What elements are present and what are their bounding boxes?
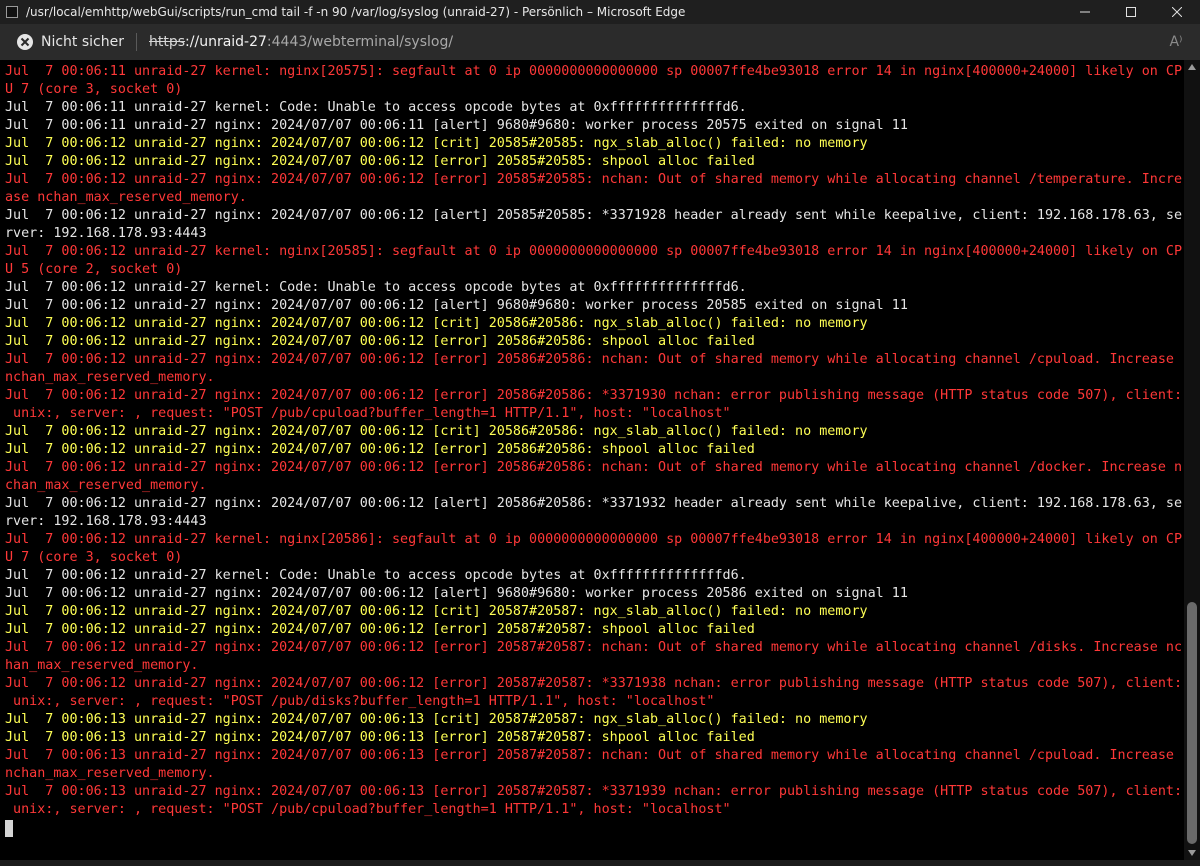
- window-controls: [1062, 0, 1200, 24]
- terminal-line: Jul 7 00:06:12 unraid-27 nginx: 2024/07/…: [5, 424, 868, 439]
- scrollbar-thumb[interactable]: [1187, 602, 1197, 844]
- terminal-line: Jul 7 00:06:12 unraid-27 kernel: nginx[2…: [5, 532, 1183, 547]
- terminal-line: Jul 7 00:06:12 unraid-27 nginx: 2024/07/…: [5, 298, 908, 313]
- terminal-line: U 7 (core 3, socket 0): [5, 550, 183, 565]
- terminal-line: Jul 7 00:06:12 unraid-27 kernel: Code: U…: [5, 280, 747, 295]
- terminal-line: Jul 7 00:06:12 unraid-27 nginx: 2024/07/…: [5, 208, 1183, 223]
- terminal-line: Jul 7 00:06:12 unraid-27 nginx: 2024/07/…: [5, 676, 1183, 691]
- scroll-up-arrow-icon[interactable]: [1184, 60, 1200, 74]
- address-bar: Nicht sicher https://unraid-27:4443/webt…: [0, 24, 1200, 60]
- terminal-line: Jul 7 00:06:12 unraid-27 nginx: 2024/07/…: [5, 622, 755, 637]
- not-secure-warning-icon[interactable]: [16, 33, 34, 51]
- terminal-line: unix:, server: , request: "POST /pub/cpu…: [5, 406, 731, 421]
- terminal-line: rver: 192.168.178.93:4443: [5, 226, 207, 241]
- terminal-line: ase nchan_max_reserved_memory.: [5, 190, 247, 205]
- terminal-line: Jul 7 00:06:13 unraid-27 nginx: 2024/07/…: [5, 730, 755, 745]
- terminal-line: unix:, server: , request: "POST /pub/dis…: [5, 694, 715, 709]
- url-host: ://unraid-27: [185, 34, 267, 50]
- terminal-scrollbar[interactable]: [1184, 60, 1200, 860]
- terminal-line: han_max_reserved_memory.: [5, 658, 199, 673]
- window-title: /usr/local/emhttp/webGui/scripts/run_cmd…: [26, 5, 686, 19]
- terminal-line: Jul 7 00:06:12 unraid-27 nginx: 2024/07/…: [5, 154, 755, 169]
- minimize-button[interactable]: [1062, 0, 1108, 24]
- close-button[interactable]: [1154, 0, 1200, 24]
- terminal-line: Jul 7 00:06:12 unraid-27 nginx: 2024/07/…: [5, 388, 1183, 403]
- terminal-line: Jul 7 00:06:12 unraid-27 nginx: 2024/07/…: [5, 640, 1183, 655]
- terminal-line: Jul 7 00:06:12 unraid-27 nginx: 2024/07/…: [5, 352, 1174, 367]
- window-bottom-border: [0, 860, 1200, 866]
- terminal-line: U 7 (core 3, socket 0): [5, 82, 183, 97]
- minimize-icon: [1080, 11, 1090, 13]
- terminal-line: U 5 (core 2, socket 0): [5, 262, 183, 277]
- url-path: :4443/webterminal/syslog/: [266, 34, 454, 50]
- url-scheme: https: [149, 34, 186, 50]
- terminal-line: Jul 7 00:06:12 unraid-27 kernel: nginx[2…: [5, 244, 1183, 259]
- url-field[interactable]: https://unraid-27:4443/webterminal/syslo…: [149, 34, 453, 50]
- terminal-line: Jul 7 00:06:13 unraid-27 nginx: 2024/07/…: [5, 748, 1174, 763]
- terminal-line: nchan_max_reserved_memory.: [5, 766, 215, 781]
- terminal-output[interactable]: Jul 7 00:06:11 unraid-27 kernel: nginx[2…: [0, 60, 1184, 860]
- read-aloud-icon[interactable]: A⁾: [1166, 32, 1186, 52]
- terminal-line: Jul 7 00:06:13 unraid-27 nginx: 2024/07/…: [5, 784, 1183, 799]
- close-icon: [1172, 7, 1182, 17]
- terminal-line: unix:, server: , request: "POST /pub/cpu…: [5, 802, 731, 817]
- terminal-line: Jul 7 00:06:12 unraid-27 nginx: 2024/07/…: [5, 460, 1183, 475]
- terminal-line: chan_max_reserved_memory.: [5, 478, 207, 493]
- terminal-line: nchan_max_reserved_memory.: [5, 370, 215, 385]
- terminal-line: Jul 7 00:06:11 unraid-27 kernel: nginx[2…: [5, 64, 1183, 79]
- security-status-label[interactable]: Nicht sicher: [41, 34, 124, 50]
- terminal-line: Jul 7 00:06:12 unraid-27 nginx: 2024/07/…: [5, 442, 755, 457]
- maximize-icon: [1126, 7, 1136, 17]
- terminal-app-icon: [6, 6, 18, 18]
- terminal-line: Jul 7 00:06:12 unraid-27 nginx: 2024/07/…: [5, 496, 1183, 511]
- terminal-line: Jul 7 00:06:12 unraid-27 nginx: 2024/07/…: [5, 586, 908, 601]
- terminal-line: Jul 7 00:06:11 unraid-27 nginx: 2024/07/…: [5, 118, 908, 133]
- terminal-line: Jul 7 00:06:12 unraid-27 nginx: 2024/07/…: [5, 604, 868, 619]
- address-divider: [136, 33, 137, 51]
- warning-icon: [17, 34, 33, 50]
- terminal-cursor: [5, 820, 13, 837]
- window-titlebar[interactable]: /usr/local/emhttp/webGui/scripts/run_cmd…: [0, 0, 1200, 24]
- terminal-line: Jul 7 00:06:13 unraid-27 nginx: 2024/07/…: [5, 712, 868, 727]
- terminal-line: rver: 192.168.178.93:4443: [5, 514, 207, 529]
- terminal-line: Jul 7 00:06:12 unraid-27 nginx: 2024/07/…: [5, 316, 868, 331]
- terminal-line: Jul 7 00:06:12 unraid-27 nginx: 2024/07/…: [5, 334, 755, 349]
- maximize-button[interactable]: [1108, 0, 1154, 24]
- terminal-line: Jul 7 00:06:12 unraid-27 nginx: 2024/07/…: [5, 136, 868, 151]
- terminal-line: Jul 7 00:06:12 unraid-27 kernel: Code: U…: [5, 568, 747, 583]
- scroll-down-arrow-icon[interactable]: [1184, 846, 1200, 860]
- terminal-line: Jul 7 00:06:11 unraid-27 kernel: Code: U…: [5, 100, 747, 115]
- terminal-line: Jul 7 00:06:12 unraid-27 nginx: 2024/07/…: [5, 172, 1183, 187]
